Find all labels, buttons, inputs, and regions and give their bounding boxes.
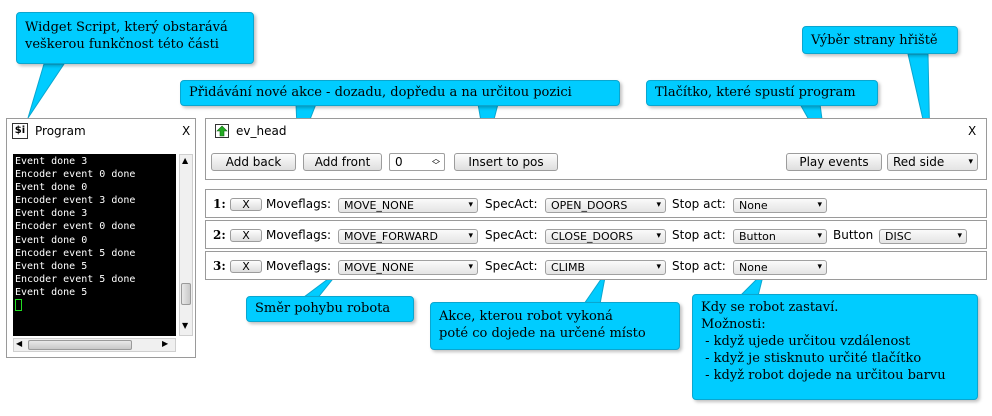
callout-move-direction: Směr pohybu robota bbox=[246, 296, 414, 322]
stop-act-label: Stop act: bbox=[672, 259, 726, 273]
moveflags-select[interactable]: MOVE_NONE ▾ bbox=[338, 260, 478, 275]
moveflags-label: Moveflags: bbox=[266, 197, 332, 211]
moveflags-label: Moveflags: bbox=[266, 259, 332, 273]
specact-select[interactable]: CLIMB ▾ bbox=[545, 260, 666, 275]
stop-act-select[interactable]: None ▾ bbox=[733, 198, 827, 213]
remove-event-button[interactable]: X bbox=[230, 260, 262, 273]
chevron-down-icon: ▾ bbox=[468, 231, 473, 241]
pointer-widget-script bbox=[27, 63, 65, 119]
chevron-down-icon: ▾ bbox=[957, 231, 962, 241]
chevron-down-icon: ▾ bbox=[468, 262, 473, 272]
spin-down-icon[interactable]: ﹀ bbox=[432, 160, 440, 171]
horizontal-scroll-thumb[interactable] bbox=[28, 340, 132, 350]
moveflags-select[interactable]: MOVE_NONE ▾ bbox=[338, 198, 478, 213]
chevron-down-icon: ▾ bbox=[817, 231, 822, 241]
specact-label: SpecAct: bbox=[485, 259, 538, 273]
remove-event-button[interactable]: X bbox=[230, 229, 262, 242]
terminal-horizontal-scrollbar[interactable]: ◀ ▶ bbox=[13, 338, 176, 352]
side-select[interactable]: Red side ▾ bbox=[887, 153, 978, 171]
program-icon: $i bbox=[12, 123, 28, 139]
event-row-1: 1: X Moveflags: MOVE_NONE ▾ SpecAct: OPEN… bbox=[205, 189, 987, 218]
event-number: 1: bbox=[213, 197, 226, 211]
button-select[interactable]: DISC ▾ bbox=[879, 229, 967, 244]
stop-act-label: Stop act: bbox=[672, 197, 726, 211]
callout-spec-action: Akce, kterou robot vykoná poté co dojede… bbox=[430, 302, 680, 350]
green-arrow-up-icon bbox=[215, 124, 229, 138]
stop-act-select[interactable]: Button ▾ bbox=[733, 229, 827, 244]
scroll-up-icon[interactable]: ▲ bbox=[182, 156, 188, 165]
insert-to-pos-button[interactable]: Insert to pos bbox=[454, 153, 558, 171]
ev-head-panel: ev_head X Add back Add front 0 ︿ ﹀ Inser… bbox=[205, 118, 987, 180]
position-value: 0 bbox=[395, 155, 403, 169]
specact-label: SpecAct: bbox=[485, 228, 538, 242]
stop-act-select[interactable]: None ▾ bbox=[733, 260, 827, 275]
program-window: $i Program X Event done 3 Encoder event … bbox=[6, 118, 196, 358]
terminal-cursor bbox=[15, 299, 174, 312]
chevron-down-icon: ▾ bbox=[817, 200, 822, 210]
chevron-down-icon: ▾ bbox=[656, 231, 661, 241]
event-row-3: 3: X Moveflags: MOVE_NONE ▾ SpecAct: CLIM… bbox=[205, 251, 987, 280]
position-spinbox[interactable]: 0 ︿ ﹀ bbox=[389, 153, 445, 171]
remove-event-button[interactable]: X bbox=[230, 198, 262, 211]
vertical-scroll-thumb[interactable] bbox=[181, 283, 191, 305]
callout-stop: Kdy se robot zastaví. Možnosti: - když u… bbox=[692, 294, 978, 400]
terminal-vertical-scrollbar[interactable]: ▲ ▼ bbox=[179, 154, 193, 336]
add-front-button[interactable]: Add front bbox=[303, 153, 382, 171]
chevron-down-icon: ▾ bbox=[968, 157, 973, 167]
ev-head-close-button[interactable]: X bbox=[968, 124, 976, 138]
specact-label: SpecAct: bbox=[485, 197, 538, 211]
add-back-button[interactable]: Add back bbox=[211, 153, 296, 171]
button-label: Button bbox=[833, 228, 874, 242]
callout-widget-script: Widget Script, který obstarává veškerou … bbox=[16, 12, 254, 64]
program-terminal[interactable]: Event done 3 Encoder event 0 done Event … bbox=[13, 154, 176, 336]
program-title: Program bbox=[35, 124, 86, 138]
ev-head-title: ev_head bbox=[236, 124, 287, 138]
event-number: 2: bbox=[213, 228, 226, 242]
chevron-down-icon: ▾ bbox=[817, 262, 822, 272]
event-row-2: 2: X Moveflags: MOVE_FORWARD ▾ SpecAct: C… bbox=[205, 220, 987, 249]
chevron-down-icon: ▾ bbox=[656, 200, 661, 210]
scroll-down-icon[interactable]: ▼ bbox=[182, 321, 188, 330]
callout-add-action: Přidávání nové akce - dozadu, dopředu a … bbox=[180, 80, 620, 106]
scroll-right-icon[interactable]: ▶ bbox=[162, 339, 168, 348]
stop-act-label: Stop act: bbox=[672, 228, 726, 242]
program-close-button[interactable]: X bbox=[182, 124, 190, 138]
specact-select[interactable]: OPEN_DOORS ▾ bbox=[545, 198, 666, 213]
moveflags-label: Moveflags: bbox=[266, 228, 332, 242]
chevron-down-icon: ▾ bbox=[656, 262, 661, 272]
callout-play-button: Tlačítko, které spustí program bbox=[646, 80, 878, 106]
play-events-button[interactable]: Play events bbox=[786, 153, 882, 171]
event-number: 3: bbox=[213, 259, 226, 273]
chevron-down-icon: ▾ bbox=[468, 200, 473, 210]
scroll-left-icon[interactable]: ◀ bbox=[16, 339, 22, 348]
specact-select[interactable]: CLOSE_DOORS ▾ bbox=[545, 229, 666, 244]
moveflags-select[interactable]: MOVE_FORWARD ▾ bbox=[338, 229, 478, 244]
callout-side-select: Výběr strany hřiště bbox=[802, 26, 958, 54]
